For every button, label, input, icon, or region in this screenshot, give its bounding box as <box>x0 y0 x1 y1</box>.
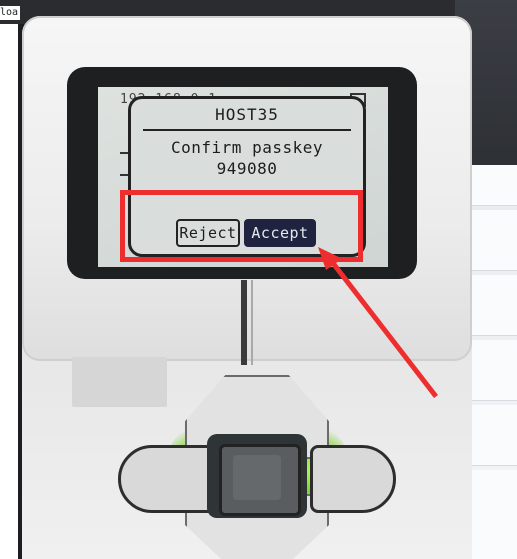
cable <box>241 280 247 365</box>
cable-stripe <box>251 280 253 365</box>
sd-card-slot <box>72 357 167 407</box>
center-button-face <box>233 455 281 500</box>
left-button[interactable] <box>118 445 216 513</box>
photo-scene: loa 192.168.0.1 HOST35 Confirm passkey 9… <box>0 0 517 559</box>
right-button[interactable] <box>310 445 396 513</box>
